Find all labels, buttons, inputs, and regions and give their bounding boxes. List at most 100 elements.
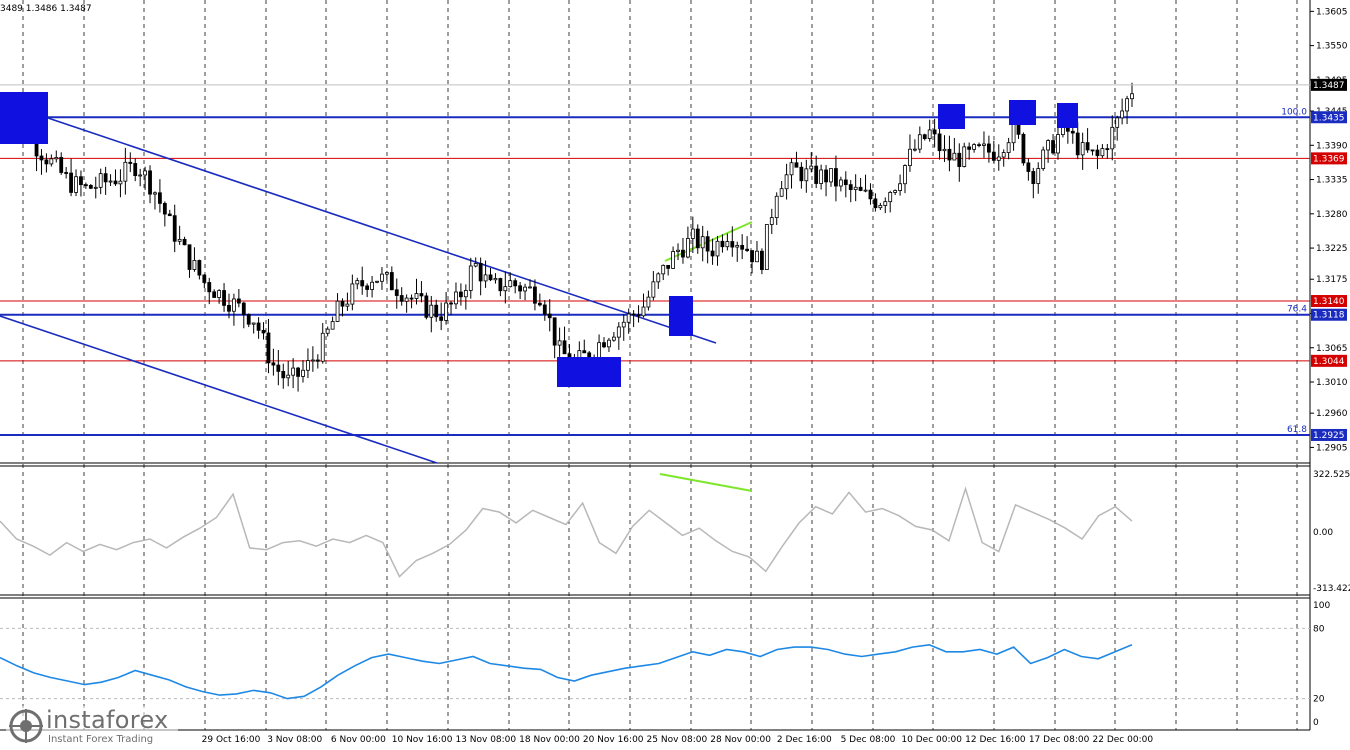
candle-body	[730, 241, 735, 248]
candle-body	[113, 180, 118, 185]
candle-body	[651, 281, 656, 298]
candle-body	[394, 289, 399, 296]
candle-body	[656, 273, 661, 283]
candle-body	[834, 168, 838, 187]
candle-body	[878, 205, 883, 209]
level-price-tag-text: 1.3044	[1313, 357, 1345, 367]
cci-tick-label: 0.00	[1313, 528, 1333, 538]
candle-body	[1120, 110, 1125, 119]
candle-body	[192, 260, 197, 270]
candle-body	[64, 172, 69, 174]
candle-body	[735, 244, 740, 248]
candle-body	[774, 195, 779, 219]
stoch-line	[0, 643, 1133, 700]
candle-body	[330, 321, 335, 330]
candle-body	[1026, 162, 1031, 172]
candle-body	[1105, 148, 1110, 151]
candle-body	[843, 179, 848, 186]
candle-body	[468, 265, 473, 291]
candle-body	[819, 169, 824, 184]
candle-body	[1125, 98, 1129, 112]
time-tick-label: 18 Nov 00:00	[519, 735, 580, 745]
candle-body	[705, 236, 710, 252]
candle-body	[1051, 140, 1055, 154]
stoch-tick-label: 20	[1313, 695, 1325, 705]
candle-body	[937, 133, 942, 152]
candle-body	[83, 184, 88, 187]
candle-body	[636, 314, 641, 317]
level-price-tag-text: 1.3140	[1313, 297, 1345, 307]
candle-body	[908, 148, 912, 166]
candle-body	[952, 152, 957, 161]
time-axis-ticks: 29 Oct 16:00 3 Nov 08:00 6 Nov 00:00 10 Nov…	[202, 735, 1154, 745]
candle-body	[996, 156, 1001, 161]
ohlc-readout: 3489 1.3486 1.3487	[0, 4, 92, 14]
candle-body	[740, 244, 745, 250]
candle-body	[611, 336, 616, 341]
signal-box	[669, 296, 693, 336]
candle-body	[414, 293, 419, 299]
candle-body	[1006, 142, 1011, 153]
candle-body	[809, 165, 814, 170]
candle-body	[276, 364, 281, 372]
candle-body	[760, 250, 764, 270]
candle-body	[345, 303, 350, 307]
time-tick-label: 6 Nov 00:00	[331, 735, 386, 745]
candle-body	[409, 297, 414, 300]
candle-body	[621, 321, 626, 328]
candle-body	[375, 280, 379, 283]
candle-body	[646, 296, 651, 308]
logo-wordmark: instaforex	[46, 706, 169, 734]
candle-body	[1021, 133, 1026, 164]
candle-body	[483, 274, 488, 282]
candle-body	[912, 148, 917, 151]
price-tick-label: 1.2960	[1316, 409, 1348, 419]
candle-body	[518, 285, 523, 292]
candle-body	[508, 280, 513, 288]
candle-body	[177, 238, 182, 242]
stoch-tick-label: 100	[1313, 601, 1330, 611]
divergence-line-cci	[659, 473, 753, 492]
time-tick-label: 17 Dec 08:00	[1029, 735, 1090, 745]
candle-body	[1130, 93, 1134, 100]
price-axis-ticks: 1.36051.35501.34951.34451.33901.33351.32…	[1310, 7, 1348, 453]
price-tick-label: 1.3335	[1316, 176, 1348, 186]
price-tick-label: 1.3065	[1316, 344, 1348, 354]
price-tick-label: 1.3175	[1316, 275, 1348, 285]
candle-body	[799, 166, 804, 182]
candle-body	[1031, 171, 1036, 184]
candle-body	[478, 263, 483, 282]
candle-body	[325, 328, 330, 334]
candle-body	[972, 144, 976, 150]
price-tick-label: 1.3550	[1316, 42, 1348, 52]
candle-body	[755, 250, 759, 263]
candle-body	[789, 162, 794, 176]
candle-body	[893, 190, 898, 193]
candle-body	[241, 302, 246, 315]
candle-body	[439, 316, 444, 321]
candle-body	[991, 151, 996, 161]
candle-body	[1095, 149, 1100, 157]
candle-body	[365, 285, 370, 290]
candle-body	[49, 158, 54, 165]
candle-body	[172, 215, 177, 242]
candle-body	[764, 224, 769, 270]
candle-body	[444, 302, 449, 321]
candle-body	[133, 163, 138, 177]
candle-body	[898, 183, 902, 191]
candle-body	[542, 304, 547, 315]
candle-body	[794, 162, 799, 168]
candle-body	[217, 290, 222, 298]
candle-body	[922, 134, 927, 139]
candle-body	[404, 297, 409, 302]
candle-body	[838, 179, 843, 187]
price-tick-label: 1.3605	[1316, 7, 1348, 17]
candle-body	[685, 238, 690, 258]
candle-body	[202, 274, 207, 283]
candle-body	[389, 272, 394, 291]
fibo-level-label: 100.0	[1281, 107, 1307, 117]
candle-body	[301, 369, 305, 377]
candle-body	[310, 359, 315, 362]
candle-body	[853, 186, 858, 190]
time-tick-label: 13 Nov 08:00	[455, 735, 516, 745]
